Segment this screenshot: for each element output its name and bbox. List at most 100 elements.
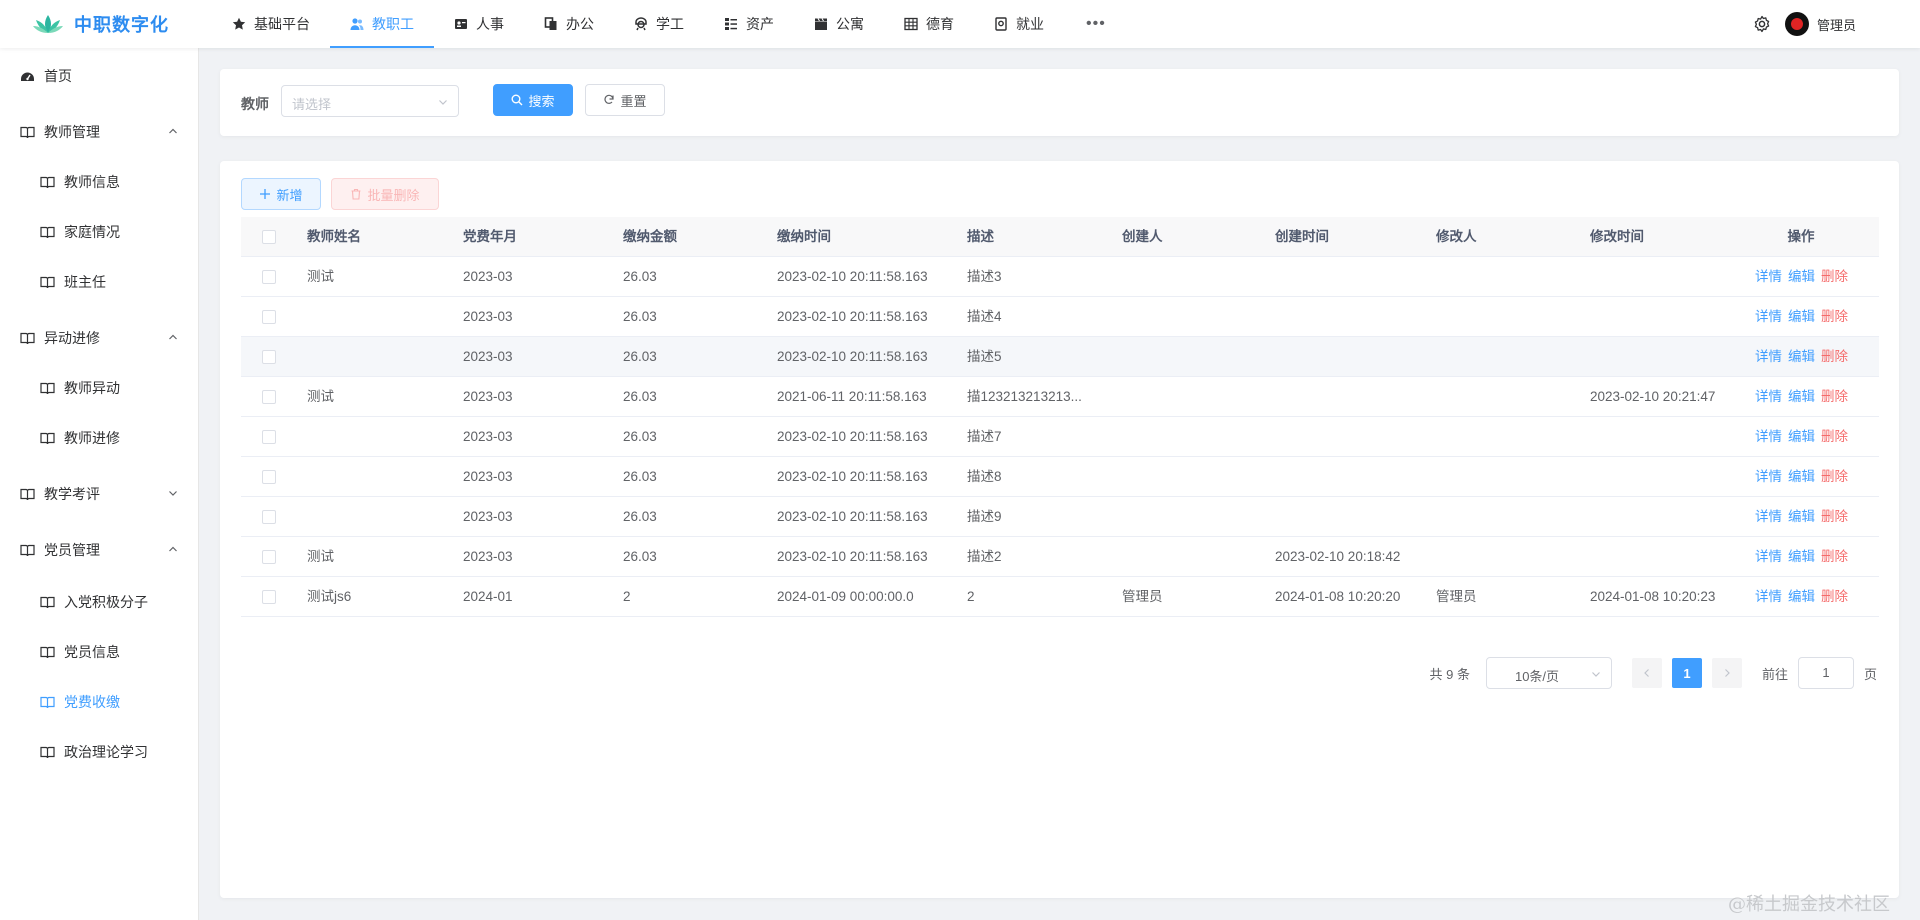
table-cell-modifier bbox=[1436, 537, 1576, 576]
search-button-label: 搜索 bbox=[528, 93, 555, 109]
batch-delete-button[interactable]: 批量删除 bbox=[331, 178, 439, 210]
detail-link[interactable]: 详情 bbox=[1755, 549, 1782, 564]
delete-link[interactable]: 删除 bbox=[1821, 269, 1848, 284]
row-checkbox[interactable] bbox=[262, 590, 276, 604]
detail-link[interactable]: 详情 bbox=[1755, 429, 1782, 444]
page-size-select[interactable]: 10条/页 bbox=[1485, 657, 1612, 689]
row-actions: 详情 编辑 删除 bbox=[1755, 377, 1875, 416]
nav-item-hr[interactable]: 人事 bbox=[434, 0, 524, 48]
sidebar-item-teacher-info[interactable]: 教师信息 bbox=[0, 162, 198, 202]
sidebar-item-party-activists[interactable]: 入党积极分子 bbox=[0, 582, 198, 622]
prev-page-button[interactable] bbox=[1631, 658, 1662, 688]
next-page-button[interactable] bbox=[1711, 658, 1742, 688]
delete-link[interactable]: 删除 bbox=[1821, 509, 1848, 524]
nav-item-moral-edu[interactable]: 德育 bbox=[884, 0, 974, 48]
sidebar-item-family[interactable]: 家庭情况 bbox=[0, 212, 198, 252]
gear-icon[interactable] bbox=[1753, 15, 1771, 33]
column-header[interactable]: 教师姓名 bbox=[307, 217, 447, 256]
page-number-button[interactable]: 1 bbox=[1671, 658, 1702, 688]
delete-link[interactable]: 删除 bbox=[1821, 389, 1848, 404]
badge-icon bbox=[994, 17, 1008, 31]
column-header[interactable]: 创建时间 bbox=[1275, 217, 1425, 256]
delete-link[interactable]: 删除 bbox=[1821, 469, 1848, 484]
column-header[interactable]: 缴纳金额 bbox=[623, 217, 763, 256]
goto-page-input[interactable]: 1 bbox=[1797, 657, 1854, 689]
column-header[interactable]: 描述 bbox=[967, 217, 1100, 256]
table-row: 2023-03 26.03 2023-02-10 20:11:58.163 描述8 详情… bbox=[241, 457, 1879, 497]
nav-item-apartment[interactable]: 公寓 bbox=[794, 0, 884, 48]
chevron-down-icon bbox=[439, 100, 447, 105]
select-all-checkbox[interactable] bbox=[262, 230, 276, 244]
search-button[interactable]: 搜索 bbox=[493, 84, 573, 116]
edit-link[interactable]: 编辑 bbox=[1788, 589, 1815, 604]
row-checkbox[interactable] bbox=[262, 430, 276, 444]
table-cell-name bbox=[307, 497, 447, 536]
detail-link[interactable]: 详情 bbox=[1755, 309, 1782, 324]
nav-item-student-affairs[interactable]: 学工 bbox=[614, 0, 704, 48]
sidebar-group-teacher-mgmt[interactable]: 教师管理 bbox=[0, 112, 198, 152]
sidebar-item-party-dues[interactable]: 党费收缴 bbox=[0, 682, 198, 722]
column-header[interactable]: 修改人 bbox=[1436, 217, 1576, 256]
column-header[interactable]: 修改时间 bbox=[1590, 217, 1740, 256]
username[interactable]: 管理员 bbox=[1817, 15, 1856, 34]
edit-link[interactable]: 编辑 bbox=[1788, 309, 1815, 324]
teacher-select[interactable]: 请选择 bbox=[281, 85, 459, 117]
delete-link[interactable]: 删除 bbox=[1821, 309, 1848, 324]
table-cell-modify-time bbox=[1590, 497, 1740, 536]
delete-link[interactable]: 删除 bbox=[1821, 549, 1848, 564]
sidebar-item-teacher-study[interactable]: 教师进修 bbox=[0, 418, 198, 458]
edit-link[interactable]: 编辑 bbox=[1788, 509, 1815, 524]
delete-link[interactable]: 删除 bbox=[1821, 349, 1848, 364]
sidebar-item-head-teacher[interactable]: 班主任 bbox=[0, 262, 198, 302]
row-checkbox[interactable] bbox=[262, 510, 276, 524]
detail-link[interactable]: 详情 bbox=[1755, 349, 1782, 364]
sidebar-item-party-member-info[interactable]: 党员信息 bbox=[0, 632, 198, 672]
nav-item-staff[interactable]: 教职工 bbox=[330, 0, 434, 48]
row-checkbox[interactable] bbox=[262, 550, 276, 564]
copy-icon bbox=[544, 17, 558, 31]
row-checkbox[interactable] bbox=[262, 270, 276, 284]
edit-link[interactable]: 编辑 bbox=[1788, 469, 1815, 484]
book-icon bbox=[40, 381, 55, 396]
column-header[interactable]: 党费年月 bbox=[463, 217, 603, 256]
delete-link[interactable]: 删除 bbox=[1821, 429, 1848, 444]
edit-link[interactable]: 编辑 bbox=[1788, 429, 1815, 444]
sidebar-item-political-study[interactable]: 政治理论学习 bbox=[0, 732, 198, 772]
add-button[interactable]: 新增 bbox=[241, 178, 321, 210]
detail-link[interactable]: 详情 bbox=[1755, 589, 1782, 604]
id-card-icon bbox=[454, 17, 468, 31]
avatar[interactable] bbox=[1784, 12, 1809, 36]
sidebar-group-transfer-study[interactable]: 异动进修 bbox=[0, 318, 198, 358]
detail-link[interactable]: 详情 bbox=[1755, 509, 1782, 524]
chevron-up-icon bbox=[169, 334, 177, 340]
sidebar-item-teacher-transfer[interactable]: 教师异动 bbox=[0, 368, 198, 408]
nav-item-office[interactable]: 办公 bbox=[524, 0, 614, 48]
delete-link[interactable]: 删除 bbox=[1821, 589, 1848, 604]
table-cell-pay-time: 2023-02-10 20:11:58.163 bbox=[777, 309, 928, 324]
sidebar-group-teaching-eval[interactable]: 教学考评 bbox=[0, 474, 198, 514]
reset-button[interactable]: 重置 bbox=[585, 84, 665, 116]
edit-link[interactable]: 编辑 bbox=[1788, 549, 1815, 564]
edit-link[interactable]: 编辑 bbox=[1788, 349, 1815, 364]
row-checkbox[interactable] bbox=[262, 470, 276, 484]
column-header[interactable]: 缴纳时间 bbox=[777, 217, 957, 256]
nav-more-button[interactable]: ••• bbox=[1064, 0, 1128, 48]
edit-link[interactable]: 编辑 bbox=[1788, 389, 1815, 404]
nav-item-assets[interactable]: 资产 bbox=[704, 0, 794, 48]
detail-link[interactable]: 详情 bbox=[1755, 469, 1782, 484]
row-checkbox[interactable] bbox=[262, 310, 276, 324]
table-cell-name bbox=[307, 457, 447, 496]
nav-item-employment[interactable]: 就业 bbox=[974, 0, 1064, 48]
edit-link[interactable]: 编辑 bbox=[1788, 269, 1815, 284]
sidebar-group-party-mgmt[interactable]: 党员管理 bbox=[0, 530, 198, 570]
detail-link[interactable]: 详情 bbox=[1755, 269, 1782, 284]
row-checkbox[interactable] bbox=[262, 390, 276, 404]
table-cell-amount: 26.03 bbox=[623, 269, 657, 284]
sidebar-item-label: 教师异动 bbox=[64, 380, 120, 396]
row-checkbox[interactable] bbox=[262, 350, 276, 364]
sidebar-item-home[interactable]: 首页 bbox=[0, 56, 198, 96]
app-logo[interactable]: 中职数字化 bbox=[32, 11, 169, 37]
column-header[interactable]: 创建人 bbox=[1122, 217, 1262, 256]
detail-link[interactable]: 详情 bbox=[1755, 389, 1782, 404]
nav-item-basic-platform[interactable]: 基础平台 bbox=[212, 0, 330, 48]
